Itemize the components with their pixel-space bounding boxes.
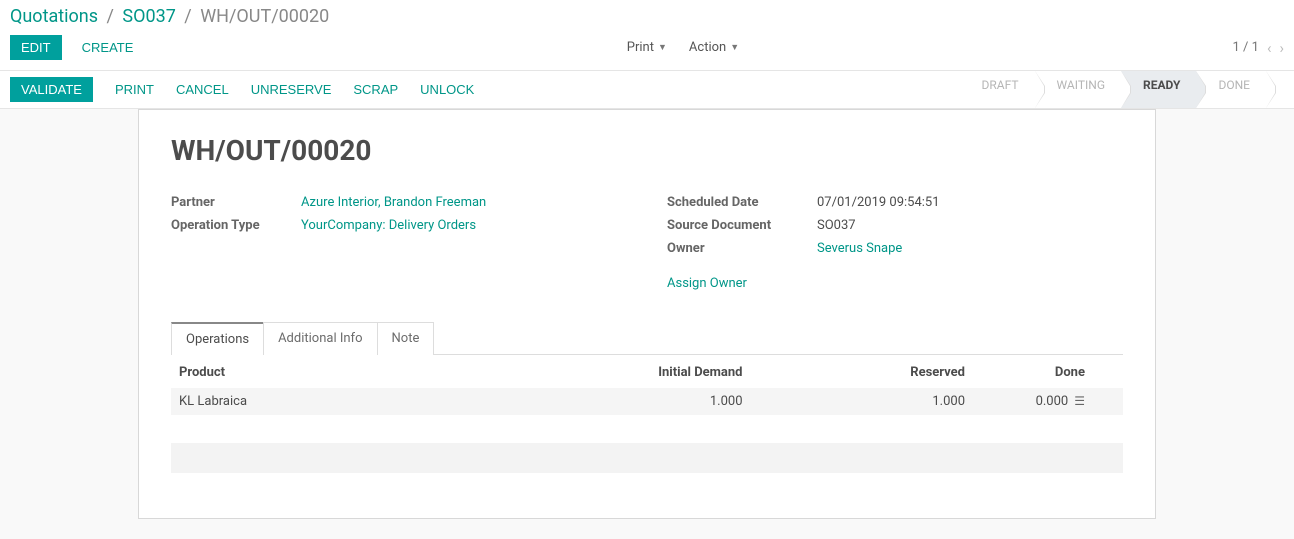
- toolbar: VALIDATE PRINT CANCEL UNRESERVE SCRAP UN…: [0, 71, 1294, 109]
- caret-down-icon: ▼: [730, 42, 739, 53]
- status-waiting[interactable]: WAITING: [1035, 71, 1121, 108]
- operations-table: Product Initial Demand Reserved Done KL …: [171, 355, 1123, 415]
- scrap-button[interactable]: SCRAP: [353, 82, 398, 97]
- form-sheet: WH/OUT/00020 Partner Azure Interior, Bra…: [138, 109, 1156, 519]
- cell-product: KL Labraica: [171, 388, 435, 415]
- partner-link[interactable]: Azure Interior, Brandon Freeman: [301, 195, 486, 210]
- optype-link[interactable]: YourCompany: Delivery Orders: [301, 218, 476, 233]
- caret-down-icon: ▼: [658, 42, 667, 53]
- status-draft[interactable]: DRAFT: [960, 71, 1035, 108]
- tab-operations[interactable]: Operations: [171, 322, 264, 355]
- breadcrumb-current: WH/OUT/00020: [200, 6, 329, 27]
- print-button[interactable]: PRINT: [115, 82, 154, 97]
- validate-button[interactable]: VALIDATE: [10, 77, 93, 102]
- source-label: Source Document: [667, 218, 817, 233]
- cell-reserved: 1.000: [751, 388, 974, 415]
- breadcrumb-root[interactable]: Quotations: [10, 6, 98, 27]
- sched-label: Scheduled Date: [667, 195, 817, 210]
- create-button[interactable]: CREATE: [82, 40, 134, 55]
- tab-note[interactable]: Note: [377, 322, 435, 355]
- source-value: SO037: [817, 218, 1123, 233]
- table-row[interactable]: KL Labraica 1.000 1.000 0.000☰: [171, 388, 1123, 415]
- print-label: Print: [627, 40, 654, 55]
- breadcrumb: Quotations / SO037 / WH/OUT/00020: [0, 0, 1294, 29]
- unreserve-button[interactable]: UNRESERVE: [251, 82, 332, 97]
- unlock-button[interactable]: UNLOCK: [420, 82, 474, 97]
- pager-text: 1 / 1: [1233, 40, 1259, 55]
- breadcrumb-sep: /: [106, 6, 113, 27]
- cell-done: 0.000☰: [973, 388, 1093, 415]
- owner-label: Owner: [667, 241, 817, 256]
- page-title: WH/OUT/00020: [171, 134, 1123, 167]
- breadcrumb-sep: /: [184, 6, 191, 27]
- col-initial: Initial Demand: [435, 355, 750, 388]
- tabs: Operations Additional Info Note: [171, 321, 1123, 355]
- status-done[interactable]: DONE: [1196, 71, 1266, 108]
- status-bar: DRAFT WAITING READY DONE: [960, 71, 1294, 108]
- pager-prev[interactable]: ‹: [1267, 39, 1272, 57]
- cell-initial: 1.000: [435, 388, 750, 415]
- optype-label: Operation Type: [171, 218, 301, 233]
- pager-next[interactable]: ›: [1279, 39, 1284, 57]
- status-ready[interactable]: READY: [1121, 71, 1196, 108]
- footer-strip: [171, 443, 1123, 473]
- print-dropdown[interactable]: Print ▼: [627, 40, 667, 55]
- cancel-button[interactable]: CANCEL: [176, 82, 229, 97]
- col-actions: [1093, 355, 1123, 388]
- action-label: Action: [689, 40, 726, 55]
- col-done: Done: [973, 355, 1093, 388]
- col-reserved: Reserved: [751, 355, 974, 388]
- assign-owner-link[interactable]: Assign Owner: [667, 276, 747, 291]
- action-dropdown[interactable]: Action ▼: [689, 40, 739, 55]
- col-product: Product: [171, 355, 435, 388]
- list-icon[interactable]: ☰: [1074, 394, 1085, 408]
- control-bar: EDIT CREATE Print ▼ Action ▼ 1 / 1 ‹ ›: [0, 29, 1294, 71]
- partner-label: Partner: [171, 195, 301, 210]
- edit-button[interactable]: EDIT: [10, 35, 62, 60]
- breadcrumb-parent[interactable]: SO037: [122, 6, 175, 27]
- owner-link[interactable]: Severus Snape: [817, 241, 902, 256]
- sched-value: 07/01/2019 09:54:51: [817, 195, 1123, 210]
- tab-additional-info[interactable]: Additional Info: [263, 322, 377, 355]
